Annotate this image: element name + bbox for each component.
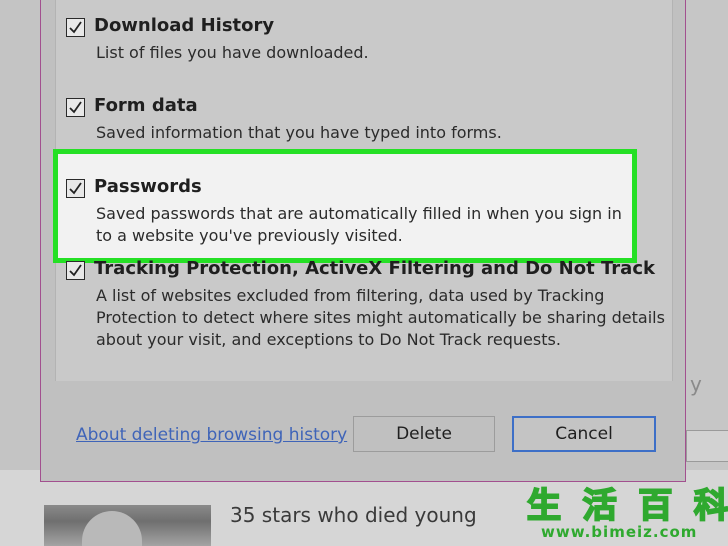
background-right-text: y — [690, 372, 702, 396]
option-title: Download History — [94, 15, 275, 36]
passwords-checkbox[interactable] — [66, 179, 85, 198]
watermark-url: www.bimeiz.com — [541, 523, 698, 541]
option-title: Form data — [94, 95, 198, 116]
background-right-strip — [684, 0, 728, 470]
background-left-strip — [0, 0, 42, 470]
form-data-checkbox[interactable] — [66, 98, 85, 117]
delete-button[interactable]: Delete — [353, 416, 495, 452]
background-right-box — [686, 430, 728, 462]
checkmark-icon — [69, 101, 82, 114]
article-headline[interactable]: 35 stars who died young — [230, 503, 477, 527]
watermark-char: 生 — [526, 485, 562, 527]
option-description: A list of websites excluded from filteri… — [96, 286, 605, 305]
option-description: Protection to detect where sites might a… — [96, 308, 665, 327]
option-description: about your visit, and exceptions to Do N… — [96, 330, 561, 349]
watermark: 生 活 百 科 www.bimeiz.com — [526, 485, 728, 546]
checkmark-icon — [69, 21, 82, 34]
article-thumbnail[interactable] — [44, 505, 211, 546]
cancel-button[interactable]: Cancel — [512, 416, 656, 452]
about-deleting-history-link[interactable]: About deleting browsing history — [76, 425, 347, 445]
option-description: Saved information that you have typed in… — [96, 123, 502, 142]
checkmark-icon — [69, 182, 82, 195]
checkmark-icon — [69, 264, 82, 277]
option-description: to a website you've previously visited. — [96, 226, 403, 245]
option-description: Saved passwords that are automatically f… — [96, 204, 622, 223]
option-title: Tracking Protection, ActiveX Filtering a… — [94, 258, 655, 279]
watermark-logo-text: 生 活 百 科 — [526, 485, 728, 527]
watermark-char: 科 — [693, 485, 728, 527]
watermark-char: 百 — [637, 485, 673, 527]
option-title: Passwords — [94, 176, 202, 197]
tracking-protection-checkbox[interactable] — [66, 261, 85, 280]
option-description: List of files you have downloaded. — [96, 43, 369, 62]
download-history-checkbox[interactable] — [66, 18, 85, 37]
watermark-char: 活 — [582, 485, 618, 527]
